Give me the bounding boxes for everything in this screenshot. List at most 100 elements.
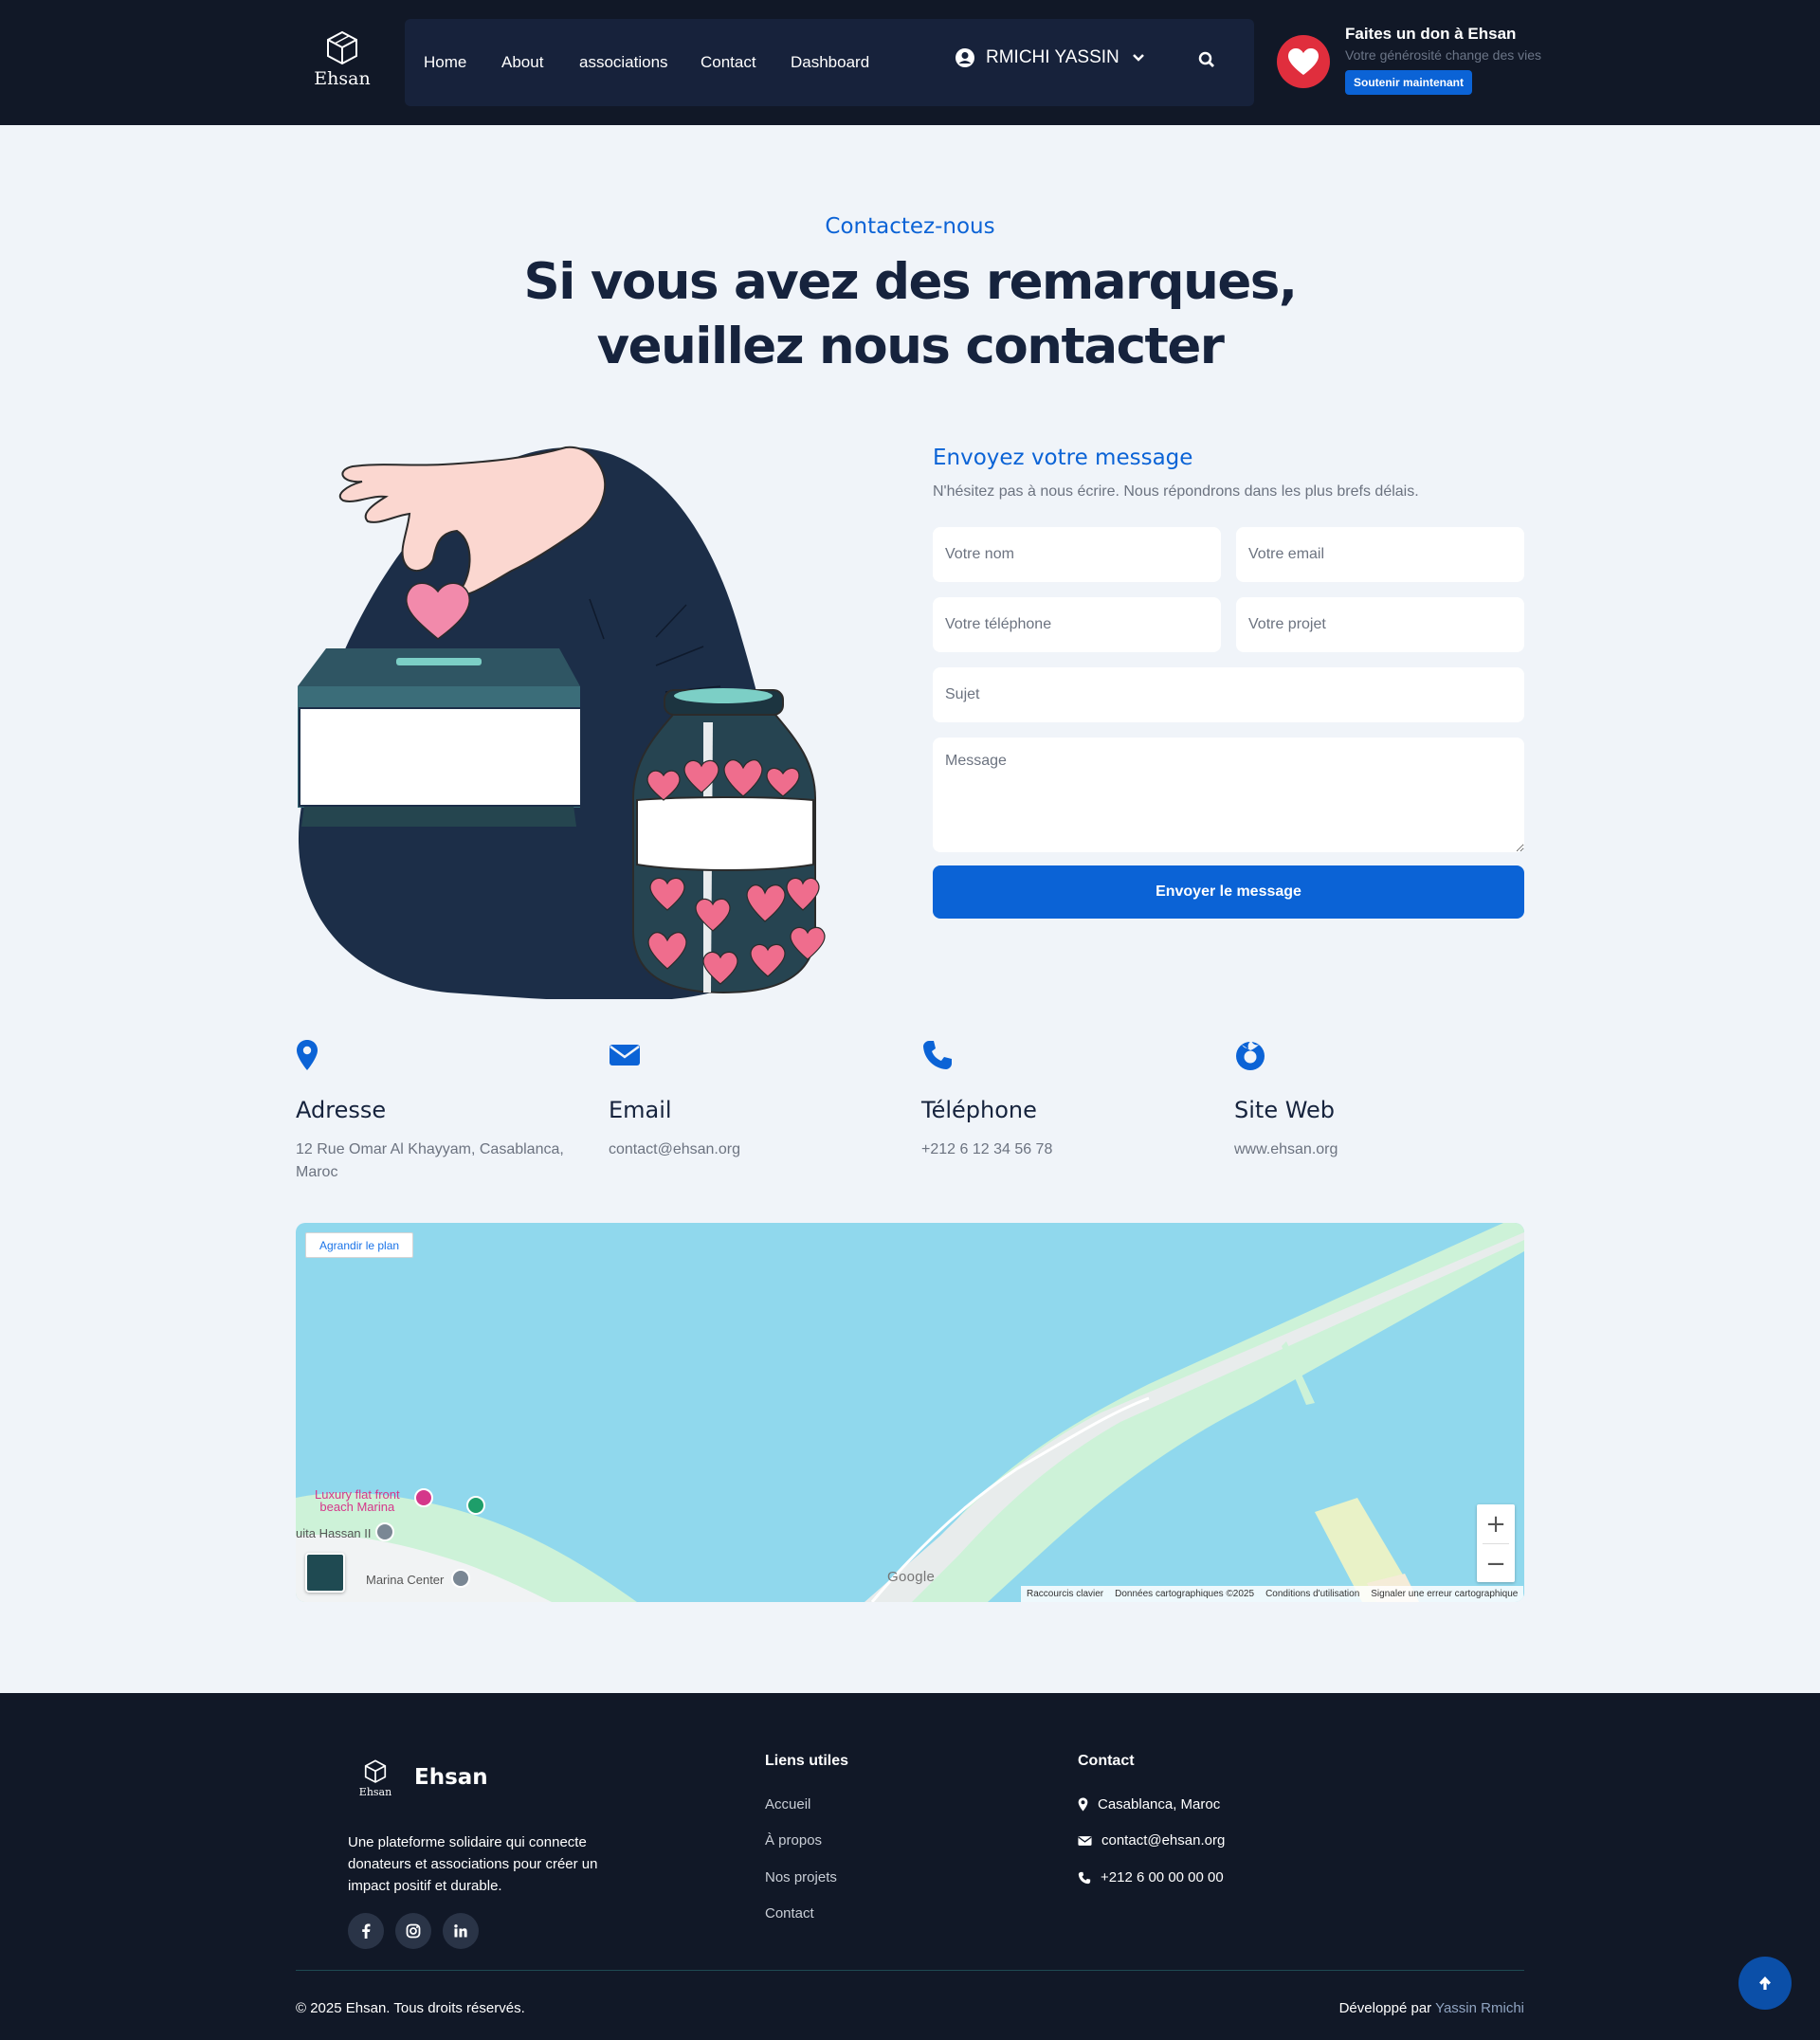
donate-title: Faites un don à Ehsan bbox=[1345, 25, 1517, 43]
user-name: RMICHI YASSIN bbox=[986, 47, 1119, 67]
section-eyebrow: Contactez-nous bbox=[825, 214, 995, 239]
phone-icon bbox=[1078, 1871, 1091, 1884]
poi-marina-center[interactable]: Marina Center bbox=[366, 1573, 444, 1587]
site-logo[interactable]: Ehsan bbox=[309, 30, 375, 91]
map-pin-icon bbox=[296, 1039, 571, 1073]
logo-text: Ehsan bbox=[314, 68, 371, 89]
google-map[interactable]: Agrandir le plan Luxury flat front beach… bbox=[296, 1223, 1524, 1602]
info-title: Site Web bbox=[1234, 1097, 1336, 1123]
restaurant-pin-icon[interactable] bbox=[466, 1496, 485, 1515]
info-title: Email bbox=[609, 1097, 672, 1123]
poi-label-line2: beach Marina bbox=[319, 1500, 395, 1514]
info-title: Adresse bbox=[296, 1097, 387, 1123]
map-canvas bbox=[296, 1223, 1524, 1602]
info-text: contact@ehsan.org bbox=[609, 1141, 740, 1157]
arrow-up-icon bbox=[1759, 1976, 1771, 1990]
facebook-button[interactable] bbox=[348, 1913, 384, 1949]
footer-link-contact[interactable]: Contact bbox=[765, 1905, 814, 1922]
user-circle-icon bbox=[956, 48, 974, 67]
info-website: Site Web www.ehsan.org bbox=[1234, 1039, 1509, 1161]
search-button[interactable] bbox=[1198, 51, 1215, 73]
info-phone: Téléphone +212 6 12 34 56 78 bbox=[921, 1039, 1196, 1161]
nav-contact[interactable]: Contact bbox=[701, 53, 756, 72]
shop-pin-icon[interactable] bbox=[451, 1569, 470, 1588]
nav-home[interactable]: Home bbox=[424, 53, 466, 72]
site-footer: Ehsan Ehsan Une plateforme solidaire qui… bbox=[0, 1693, 1820, 2040]
poi-luxury-flat[interactable]: Luxury flat front beach Marina bbox=[315, 1488, 400, 1513]
keyboard-shortcuts-link[interactable]: Raccourcis clavier bbox=[1027, 1589, 1103, 1599]
site-header: Ehsan Home About associations Contact Da… bbox=[0, 0, 1820, 125]
nav-about[interactable]: About bbox=[501, 53, 543, 72]
footer-logo[interactable]: Ehsan bbox=[358, 1759, 392, 1798]
hotel-pin-icon[interactable] bbox=[414, 1488, 433, 1507]
chevron-down-icon bbox=[1132, 54, 1144, 62]
footer-address-text: Casablanca, Maroc bbox=[1098, 1796, 1221, 1812]
map-data-text: Données cartographiques ©2025 bbox=[1115, 1589, 1255, 1599]
donate-heart-badge bbox=[1277, 35, 1330, 88]
heart-icon bbox=[1288, 48, 1319, 75]
linkedin-icon bbox=[454, 1924, 467, 1938]
headline-line-2: veuillez nous contacter bbox=[596, 318, 1225, 375]
instagram-button[interactable] bbox=[395, 1913, 431, 1949]
phone-icon bbox=[921, 1039, 1196, 1073]
nav-associations[interactable]: associations bbox=[579, 53, 668, 72]
zoom-out-button[interactable]: − bbox=[1477, 1544, 1515, 1583]
phone-field[interactable] bbox=[933, 597, 1221, 652]
zoom-in-button[interactable]: + bbox=[1477, 1504, 1515, 1543]
send-message-button[interactable]: Envoyer le message bbox=[933, 865, 1524, 919]
facebook-icon bbox=[362, 1923, 371, 1939]
developer-link[interactable]: Yassin Rmichi bbox=[1435, 2000, 1524, 2016]
instagram-icon bbox=[406, 1923, 421, 1939]
subject-field[interactable] bbox=[933, 667, 1524, 722]
donate-button[interactable]: Soutenir maintenant bbox=[1345, 70, 1473, 95]
form-subtitle: N'hésitez pas à nous écrire. Nous répond… bbox=[933, 483, 1419, 500]
search-icon bbox=[1198, 51, 1214, 67]
nav-dashboard[interactable]: Dashboard bbox=[791, 53, 869, 72]
logo-cube-icon bbox=[327, 30, 357, 65]
email-field[interactable] bbox=[1236, 527, 1524, 582]
headline-line-1: Si vous avez des remarques, bbox=[523, 253, 1298, 311]
info-text: 12 Rue Omar Al Khayyam, Casablanca, Maro… bbox=[296, 1141, 564, 1180]
footer-logo-text: Ehsan bbox=[358, 1786, 392, 1798]
info-address: Adresse 12 Rue Omar Al Khayyam, Casablan… bbox=[296, 1039, 571, 1184]
landmark-pin-icon[interactable] bbox=[375, 1522, 394, 1541]
footer-link-a-propos[interactable]: À propos bbox=[765, 1832, 822, 1849]
expand-map-button[interactable]: Agrandir le plan bbox=[305, 1232, 414, 1258]
envelope-icon bbox=[1078, 1835, 1092, 1846]
footer-email-text: contact@ehsan.org bbox=[1101, 1832, 1226, 1849]
info-title: Téléphone bbox=[921, 1097, 1037, 1123]
info-email: Email contact@ehsan.org bbox=[609, 1039, 883, 1161]
developer-credit: Développé par Yassin Rmichi bbox=[1339, 2000, 1524, 2016]
name-field[interactable] bbox=[933, 527, 1221, 582]
footer-contact-email[interactable]: contact@ehsan.org bbox=[1078, 1832, 1225, 1849]
page-title: Si vous avez des remarques, veuillez nou… bbox=[0, 250, 1820, 379]
message-field[interactable] bbox=[933, 738, 1524, 852]
footer-contact-title: Contact bbox=[1078, 1753, 1135, 1769]
footer-contact-address: Casablanca, Maroc bbox=[1078, 1796, 1220, 1812]
poi-hassan-ii[interactable]: uita Hassan II bbox=[296, 1526, 372, 1540]
footer-contact-phone[interactable]: +212 6 00 00 00 00 bbox=[1078, 1869, 1224, 1885]
satellite-toggle[interactable] bbox=[305, 1553, 345, 1593]
footer-link-projets[interactable]: Nos projets bbox=[765, 1869, 837, 1885]
zoom-controls: + − bbox=[1477, 1504, 1515, 1582]
footer-link-accueil[interactable]: Accueil bbox=[765, 1796, 810, 1812]
info-text: www.ehsan.org bbox=[1234, 1141, 1338, 1157]
report-error-link[interactable]: Signaler une erreur cartographique bbox=[1371, 1589, 1518, 1599]
info-text: +212 6 12 34 56 78 bbox=[921, 1141, 1053, 1157]
copyright: © 2025 Ehsan. Tous droits réservés. bbox=[296, 2000, 525, 2016]
terms-link[interactable]: Conditions d'utilisation bbox=[1265, 1589, 1359, 1599]
firefox-icon bbox=[1234, 1039, 1509, 1073]
donation-illustration bbox=[298, 446, 826, 999]
footer-brand: Ehsan bbox=[414, 1765, 488, 1790]
back-to-top-button[interactable] bbox=[1738, 1957, 1792, 2010]
donate-subtitle: Votre générosité change des vies bbox=[1345, 47, 1542, 63]
footer-divider bbox=[296, 1970, 1524, 1971]
project-field[interactable] bbox=[1236, 597, 1524, 652]
linkedin-button[interactable] bbox=[443, 1913, 479, 1949]
footer-links-title: Liens utiles bbox=[765, 1753, 849, 1769]
footer-phone-text: +212 6 00 00 00 00 bbox=[1101, 1869, 1224, 1885]
map-pin-icon bbox=[1078, 1797, 1088, 1812]
logo-cube-icon bbox=[364, 1759, 387, 1783]
user-menu[interactable]: RMICHI YASSIN bbox=[956, 47, 1144, 68]
envelope-icon bbox=[609, 1039, 883, 1073]
